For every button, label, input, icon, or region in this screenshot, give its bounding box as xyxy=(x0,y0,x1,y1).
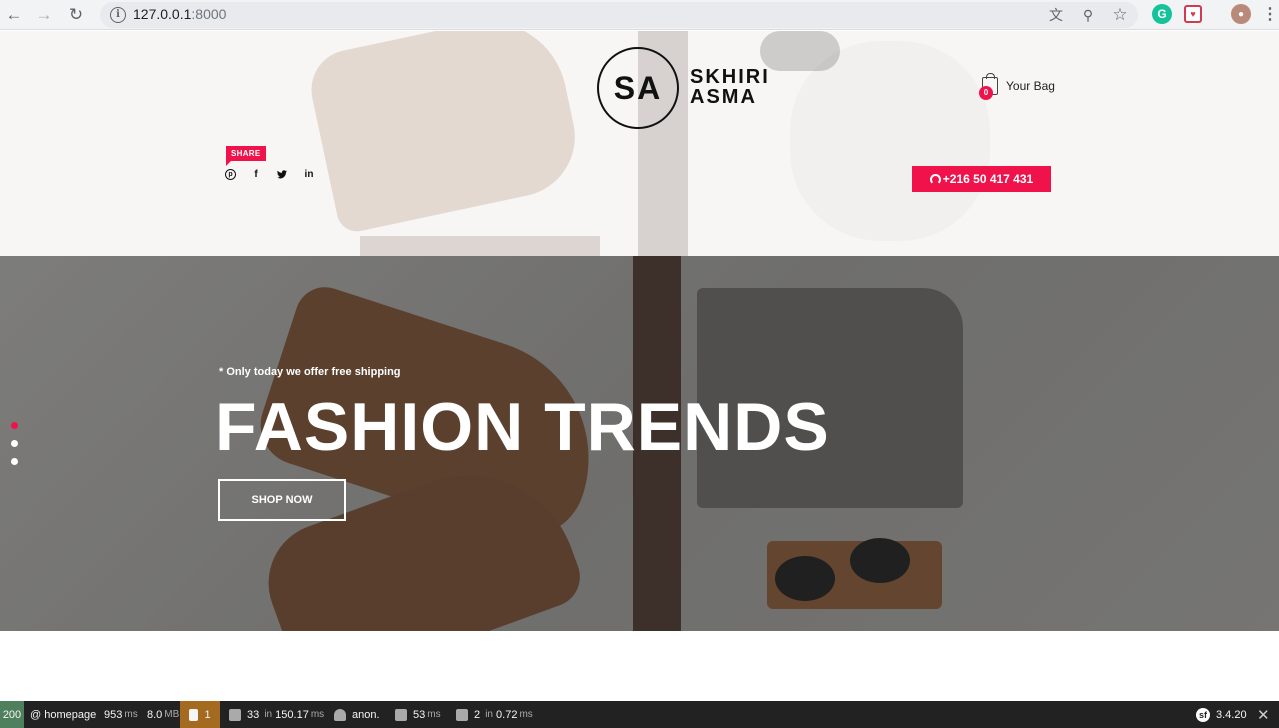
profile-avatar-icon[interactable]: ● xyxy=(1231,4,1251,24)
twig-panel[interactable]: 33 in 150.17 ms xyxy=(229,701,324,728)
request-time[interactable]: 953 ms xyxy=(104,701,138,728)
cart-link[interactable]: 0 Your Bag xyxy=(979,73,1055,100)
cart-count-badge: 0 xyxy=(979,86,993,100)
pinterest-icon[interactable]: p xyxy=(225,169,236,180)
hero-title: FASHION TRENDS xyxy=(215,389,830,465)
site-info-icon[interactable]: i xyxy=(110,7,126,23)
translate-icon[interactable]: 文 xyxy=(1046,5,1066,25)
shop-now-button[interactable]: SHOP NOW xyxy=(218,479,346,521)
symfony-version[interactable]: sf 3.4.20 xyxy=(1196,701,1247,728)
url-text[interactable]: 127.0.0.1:8000 xyxy=(133,6,226,22)
database-icon xyxy=(456,708,468,721)
phone-number: +216 50 417 431 xyxy=(942,172,1034,186)
grammarly-extension-icon[interactable]: G xyxy=(1152,4,1172,24)
header-bg-shirt xyxy=(790,41,990,241)
close-icon[interactable]: ✕ xyxy=(1257,701,1270,728)
phone-button[interactable]: +216 50 417 431 xyxy=(912,166,1051,192)
bookmark-star-icon[interactable]: ☆ xyxy=(1110,5,1130,25)
headset-icon xyxy=(929,173,941,185)
twig-count: 33 xyxy=(247,708,260,721)
render-panel[interactable]: 53 ms xyxy=(395,701,441,728)
layers-icon xyxy=(229,708,241,721)
hero-slider: * Only today we offer free shipping FASH… xyxy=(0,256,1279,631)
header-bg-strap xyxy=(360,236,600,256)
symfony-logo-icon: sf xyxy=(1196,707,1210,722)
header-bg-glasses xyxy=(760,31,840,71)
slider-dot-1[interactable] xyxy=(11,422,18,429)
site-header: SA SKHIRI ASMA 0 Your Bag SHARE p f in +… xyxy=(0,31,1279,256)
user-icon xyxy=(334,708,346,721)
shopping-bag-icon: 0 xyxy=(979,73,998,100)
memory-unit: MB xyxy=(164,709,180,720)
db-count: 2 xyxy=(474,708,481,721)
address-bar[interactable]: i 127.0.0.1:8000 文 ⚲ ☆ xyxy=(100,2,1138,28)
cart-label: Your Bag xyxy=(1006,79,1055,93)
request-time-unit: ms xyxy=(124,709,138,720)
memory-value: 8.0 xyxy=(147,708,163,721)
render-unit: ms xyxy=(427,709,441,720)
share-badge: SHARE xyxy=(226,146,266,166)
browser-toolbar: ← → ↻ i 127.0.0.1:8000 文 ⚲ ☆ G ♥ ● ⋮ xyxy=(0,0,1279,30)
twitter-bird-glyph xyxy=(277,169,287,178)
twitter-icon[interactable] xyxy=(275,167,289,181)
logo-mark[interactable]: SA xyxy=(597,47,679,129)
database-panel[interactable]: 2 in 0.72 ms xyxy=(456,701,533,728)
route-name[interactable]: @ homepage xyxy=(30,701,96,728)
warnings-panel[interactable]: 1 xyxy=(180,701,220,728)
url-port: :8000 xyxy=(191,6,227,22)
user-name: anon. xyxy=(352,708,380,721)
linkedin-icon[interactable]: in xyxy=(302,167,316,181)
render-time: 53 xyxy=(413,708,426,721)
back-icon[interactable]: ← xyxy=(2,3,26,27)
hero-subtitle: * Only today we offer free shipping xyxy=(219,366,401,378)
twig-time: 150.17 xyxy=(275,708,309,721)
db-in: in xyxy=(485,709,493,720)
user-panel[interactable]: anon. xyxy=(334,701,380,728)
render-icon xyxy=(395,708,407,721)
db-unit: ms xyxy=(519,709,533,720)
logo-name[interactable]: SKHIRI ASMA xyxy=(690,67,770,107)
slider-dot-2[interactable] xyxy=(11,440,18,447)
url-host: 127.0.0.1 xyxy=(133,6,192,22)
browser-menu-icon[interactable]: ⋮ xyxy=(1260,4,1279,24)
version-text: 3.4.20 xyxy=(1216,708,1247,721)
facebook-icon[interactable]: f xyxy=(249,167,263,181)
twig-in: in xyxy=(264,709,273,720)
slider-dot-3[interactable] xyxy=(11,458,18,465)
logo-name-line1: SKHIRI xyxy=(690,66,770,88)
warning-icon xyxy=(189,708,199,721)
twig-unit: ms xyxy=(310,709,325,720)
reload-icon[interactable]: ↻ xyxy=(64,3,88,27)
request-time-value: 953 xyxy=(104,708,123,721)
pocket-extension-icon[interactable]: ♥ xyxy=(1184,5,1202,23)
forward-icon[interactable]: → xyxy=(32,3,56,27)
zoom-icon[interactable]: ⚲ xyxy=(1078,5,1098,25)
warnings-count: 1 xyxy=(204,708,211,721)
header-bg-boot xyxy=(304,31,586,236)
logo-name-line2: ASMA xyxy=(690,86,757,108)
db-time: 0.72 xyxy=(496,708,518,721)
debug-toolbar: 200 @ homepage 953 ms 8.0 MB 1 33 in 150.1… xyxy=(0,701,1279,728)
status-code[interactable]: 200 xyxy=(0,701,24,728)
memory-usage[interactable]: 8.0 MB xyxy=(147,701,179,728)
